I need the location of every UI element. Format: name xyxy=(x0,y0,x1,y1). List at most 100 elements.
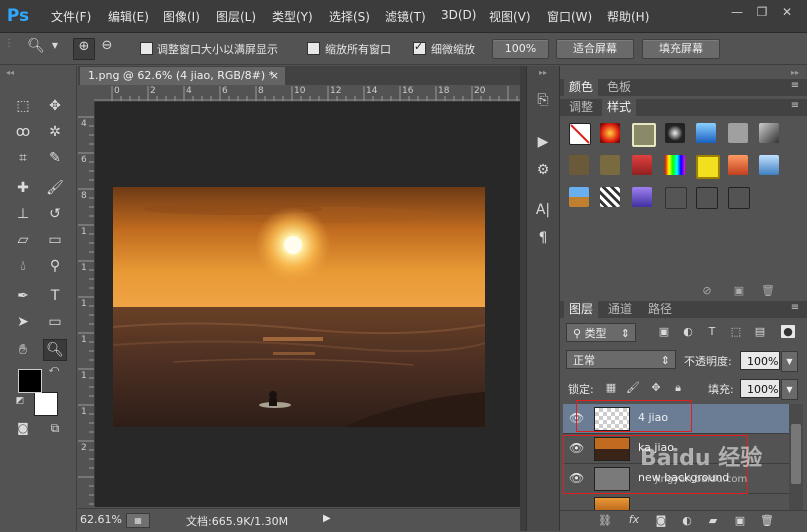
filter-pixel-icon[interactable]: ▣ xyxy=(657,325,671,338)
opacity-dropdown-icon[interactable]: ▼ xyxy=(781,351,798,372)
status-info-icon[interactable]: ▦ xyxy=(126,513,150,528)
gradient-tool-icon[interactable]: ▭ xyxy=(44,230,66,250)
fill-screen-button[interactable]: 填充屏幕 xyxy=(642,39,720,59)
menu-help[interactable]: 帮助(H) xyxy=(607,8,649,25)
quick-mask-icon[interactable]: ◙ xyxy=(12,418,34,438)
properties-panel-icon[interactable]: ⚙ xyxy=(532,162,554,178)
color-panel-menu-icon[interactable]: ≡ xyxy=(786,80,804,91)
menu-3d[interactable]: 3D(D) xyxy=(441,8,476,22)
move-tool-icon[interactable]: ✥ xyxy=(44,96,66,116)
blur-tool-icon[interactable]: 💧︎ xyxy=(12,256,34,276)
tab-color[interactable]: 颜色 xyxy=(564,79,599,96)
background-color-swatch[interactable] xyxy=(34,392,58,416)
style-swatch-7[interactable] xyxy=(759,123,779,143)
lock-all-icon[interactable]: 🔒︎ xyxy=(671,381,685,395)
screen-mode-icon[interactable]: ⧉ xyxy=(44,418,66,438)
preset-dropdown-icon[interactable]: ▼ xyxy=(50,41,60,50)
adjustment-layer-icon[interactable]: ◐ xyxy=(680,514,694,527)
foreground-color-swatch[interactable] xyxy=(18,369,42,393)
new-layer-icon[interactable]: ▣ xyxy=(733,514,747,527)
style-swatch-3[interactable] xyxy=(632,123,656,147)
lock-transparent-icon[interactable]: ▦ xyxy=(604,381,618,394)
lasso-tool-icon[interactable]: ꝏ xyxy=(12,122,34,142)
menu-select[interactable]: 选择(S) xyxy=(329,8,370,25)
layer-filter-kind[interactable]: ⚲ 类型 ⇕ xyxy=(566,323,636,342)
style-swatch-6[interactable] xyxy=(728,123,748,143)
layers-panel-menu-icon[interactable]: ≡ xyxy=(786,302,804,313)
lock-position-icon[interactable]: ✥ xyxy=(649,381,663,394)
fill-dropdown-icon[interactable]: ▼ xyxy=(781,379,798,400)
add-mask-icon[interactable]: ◙ xyxy=(654,514,668,527)
style-swatch-12[interactable] xyxy=(696,155,720,179)
character-panel-icon[interactable]: A| xyxy=(532,202,554,218)
menu-filter[interactable]: 滤镜(T) xyxy=(385,8,426,25)
style-swatch-20[interactable] xyxy=(728,187,750,209)
document-tab[interactable]: 1.png @ 62.6% (4 jiao, RGB/8#) * × xyxy=(80,67,285,85)
rectangle-tool-icon[interactable]: ▭ xyxy=(44,312,66,332)
ruler-origin[interactable] xyxy=(78,86,95,102)
filter-adjustment-icon[interactable]: ◐ xyxy=(681,325,695,338)
style-swatch-18[interactable] xyxy=(665,187,687,209)
filter-smart-object-icon[interactable]: ▤ xyxy=(753,325,767,338)
style-swatch-16[interactable] xyxy=(600,187,620,207)
new-group-icon[interactable]: ▰ xyxy=(706,514,720,527)
brush-tool-icon[interactable]: 🖌︎ xyxy=(44,178,66,198)
tab-swatches[interactable]: 色板 xyxy=(602,79,636,96)
tab-adjustments[interactable]: 调整 xyxy=(564,99,598,116)
tab-paths[interactable]: 路径 xyxy=(643,301,677,318)
zoom-in-icon[interactable]: ⊕ xyxy=(73,38,95,60)
tab-styles[interactable]: 样式 xyxy=(602,99,637,116)
layer-effects-icon[interactable]: fx xyxy=(626,513,642,526)
sunset-photo[interactable] xyxy=(113,187,485,427)
menu-layer[interactable]: 图层(L) xyxy=(216,8,256,25)
swap-colors-icon[interactable]: ⤺ xyxy=(48,364,60,375)
layers-scrollbar[interactable] xyxy=(789,404,803,510)
menu-window[interactable]: 窗口(W) xyxy=(547,8,592,25)
style-swatch-9[interactable] xyxy=(600,155,620,175)
tab-channels[interactable]: 通道 xyxy=(603,301,637,318)
menu-image[interactable]: 图像(I) xyxy=(163,8,200,25)
style-swatch-15[interactable] xyxy=(569,187,589,207)
type-tool-icon[interactable]: T xyxy=(44,286,66,306)
collapse-toolbar-icon[interactable]: ◂◂ xyxy=(6,68,66,77)
style-swatch-19[interactable] xyxy=(696,187,718,209)
status-zoom[interactable]: 62.61% xyxy=(80,513,122,526)
style-swatch-14[interactable] xyxy=(759,155,779,175)
zoom-tool-preset-icon[interactable]: 🔍︎ xyxy=(25,38,47,58)
style-none[interactable] xyxy=(569,123,591,145)
delete-style-icon[interactable]: 🗑︎ xyxy=(761,284,775,297)
healing-brush-tool-icon[interactable]: ✚ xyxy=(12,178,34,198)
history-panel-icon[interactable]: ⎘ xyxy=(532,92,554,108)
style-swatch-2[interactable] xyxy=(600,123,620,143)
expand-dock-icon[interactable]: ▸▸ xyxy=(529,68,557,77)
fit-screen-button[interactable]: 适合屏幕 xyxy=(556,39,634,59)
opacity-input[interactable]: 100% xyxy=(740,351,780,370)
style-swatch-17[interactable] xyxy=(632,187,652,207)
default-colors-icon[interactable]: ◩ xyxy=(14,396,26,406)
filter-shape-icon[interactable]: ⬚ xyxy=(729,325,743,338)
restore-button[interactable]: ❐ xyxy=(752,4,772,20)
filter-type-icon[interactable]: T xyxy=(705,325,719,338)
link-layers-icon[interactable]: ⛓ xyxy=(598,514,612,527)
style-swatch-10[interactable] xyxy=(632,155,652,175)
style-swatch-5[interactable] xyxy=(696,123,716,143)
collapse-panels-icon[interactable]: ▸▸ xyxy=(786,68,804,77)
close-button[interactable]: ✕ xyxy=(777,4,797,20)
paragraph-panel-icon[interactable]: ¶ xyxy=(532,230,554,246)
tab-layers[interactable]: 图层 xyxy=(564,301,599,318)
marquee-tool-icon[interactable]: ⬚ xyxy=(12,96,34,116)
magic-wand-tool-icon[interactable]: ✲ xyxy=(44,122,66,142)
delete-layer-icon[interactable]: 🗑︎ xyxy=(760,514,774,527)
actions-panel-icon[interactable]: ▶ xyxy=(532,134,554,150)
minimize-button[interactable]: — xyxy=(727,4,747,20)
document-tab-close-icon[interactable]: × xyxy=(270,67,279,85)
lock-image-icon[interactable]: 🖌︎ xyxy=(626,381,640,394)
zoom-out-icon[interactable]: ⊖ xyxy=(97,38,117,58)
path-selection-tool-icon[interactable]: ➤ xyxy=(12,312,34,332)
menu-edit[interactable]: 编辑(E) xyxy=(108,8,149,25)
dodge-tool-icon[interactable]: ⚲ xyxy=(44,256,66,276)
clone-stamp-tool-icon[interactable]: ⊥ xyxy=(12,204,34,224)
styles-panel-menu-icon[interactable]: ≡ xyxy=(786,100,804,111)
filter-toggle-icon[interactable]: ● xyxy=(781,325,795,338)
zoom-tool-icon[interactable]: 🔍︎ xyxy=(43,339,67,361)
